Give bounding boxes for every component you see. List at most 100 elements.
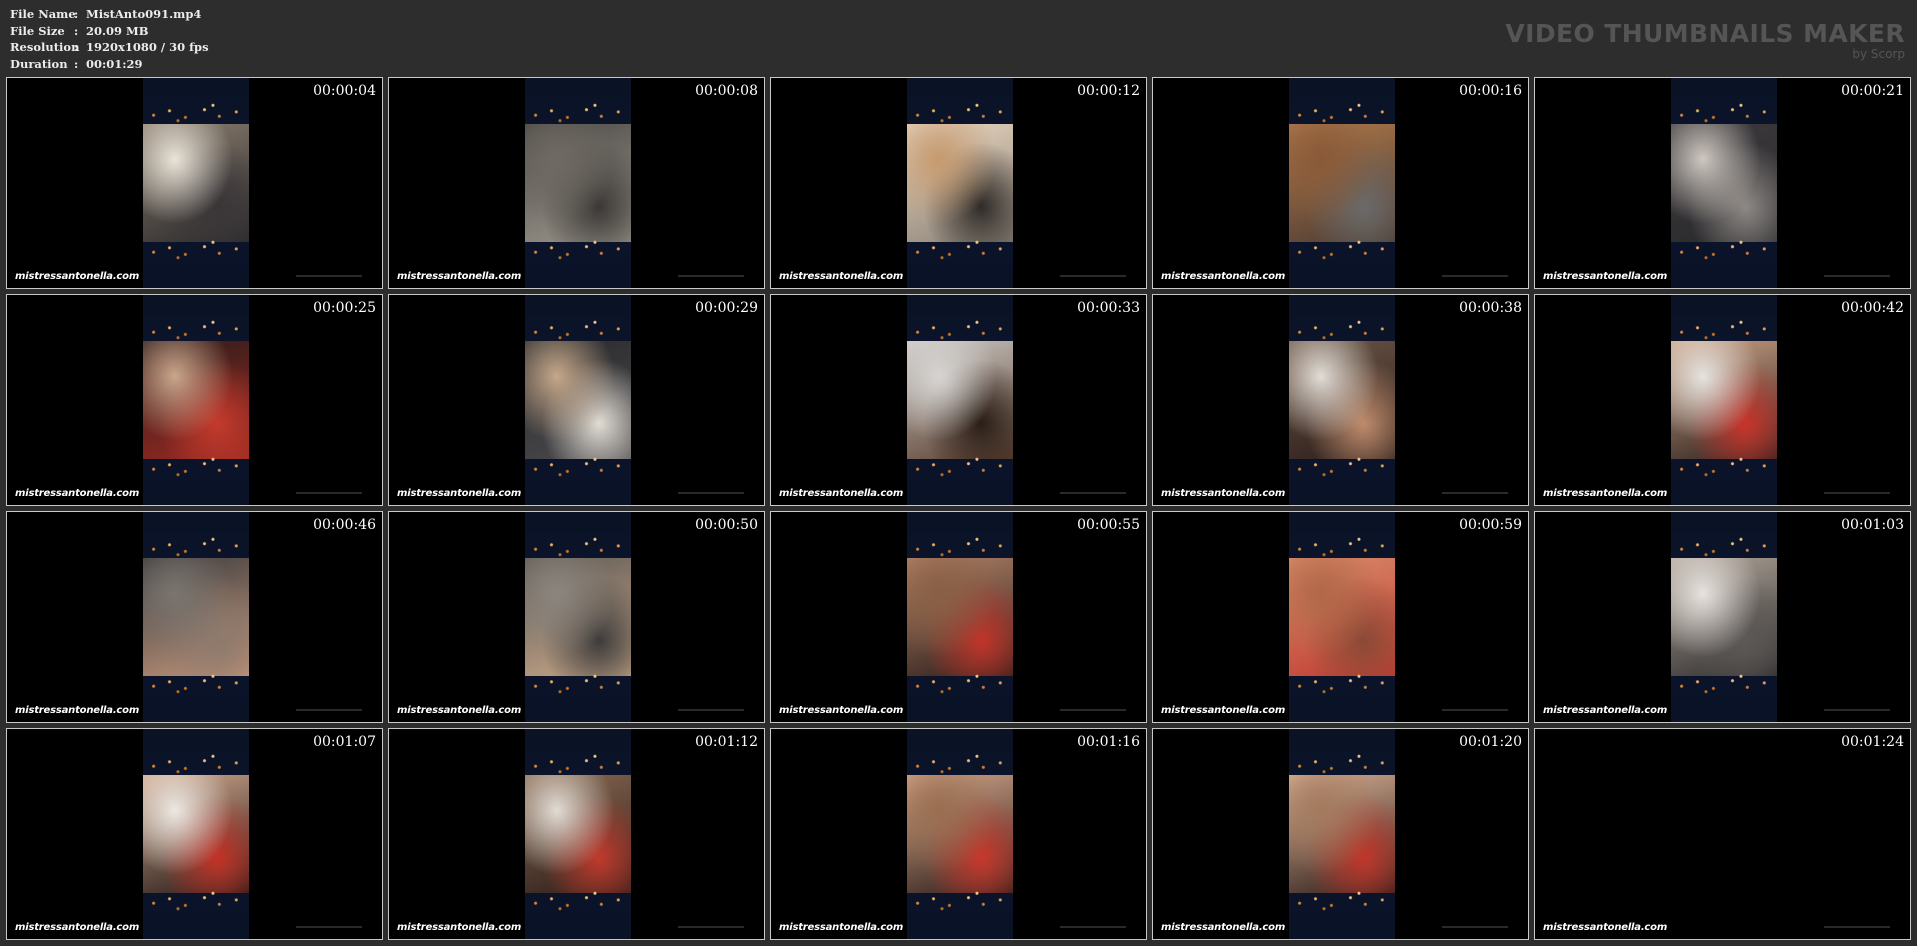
video-thumbnail[interactable]: 00:00:04 mistressantonella.com xyxy=(6,77,383,289)
video-frame xyxy=(1289,341,1395,459)
thumbnail-timestamp: 00:00:50 xyxy=(695,517,758,533)
video-frame xyxy=(907,775,1013,893)
video-frame xyxy=(1289,124,1395,242)
file-info-separator: : xyxy=(74,7,79,21)
video-thumbnail[interactable]: 00:00:42 mistressantonella.com xyxy=(1534,294,1911,506)
sparkle-decoration xyxy=(907,239,1013,261)
thumbnail-timestamp: 00:00:21 xyxy=(1841,83,1904,99)
brand-logo: VIDEO THUMBNAILS MAKER by Scorp xyxy=(1505,19,1905,61)
sparkle-decoration xyxy=(525,319,631,341)
sparkle-decoration xyxy=(907,319,1013,341)
video-frame xyxy=(907,341,1013,459)
file-info-separator: : xyxy=(74,56,79,71)
thumbnail-timestamp: 00:00:08 xyxy=(695,83,758,99)
video-thumbnail[interactable]: 00:00:38 mistressantonella.com xyxy=(1152,294,1529,506)
brand-subtitle: by Scorp xyxy=(1852,47,1905,61)
site-watermark: mistressantonella.com xyxy=(1543,488,1668,499)
sparkle-decoration xyxy=(1289,673,1395,695)
faint-watermark-mark xyxy=(1442,492,1508,494)
video-frame xyxy=(1671,558,1777,676)
site-watermark: mistressantonella.com xyxy=(1543,705,1668,716)
sparkle-decoration xyxy=(525,102,631,124)
thumbnail-timestamp: 00:00:25 xyxy=(313,300,376,316)
file-info-value: 00:01:29 xyxy=(86,56,143,71)
thumbnail-timestamp: 00:00:29 xyxy=(695,300,758,316)
video-frame xyxy=(143,558,249,676)
thumbnail-timestamp: 00:00:59 xyxy=(1459,517,1522,533)
video-thumbnail[interactable]: 00:00:55 mistressantonella.com xyxy=(770,511,1147,723)
video-thumbnail[interactable]: 00:00:12 mistressantonella.com xyxy=(770,77,1147,289)
file-info-label: File Name xyxy=(10,7,76,21)
video-thumbnail[interactable]: 00:00:46 mistressantonella.com xyxy=(6,511,383,723)
video-thumbnail[interactable]: 00:00:29 mistressantonella.com xyxy=(388,294,765,506)
sparkle-decoration xyxy=(143,890,249,912)
video-thumbnail[interactable]: 00:00:33 mistressantonella.com xyxy=(770,294,1147,506)
brand-title: VIDEO THUMBNAILS MAKER xyxy=(1505,19,1905,48)
file-info-row: Duration:00:01:29 xyxy=(10,56,209,73)
sparkle-decoration xyxy=(1671,239,1777,261)
sparkle-decoration xyxy=(525,753,631,775)
video-thumbnail[interactable]: 00:00:08 mistressantonella.com xyxy=(388,77,765,289)
thumbnail-timestamp: 00:01:12 xyxy=(695,734,758,750)
faint-watermark-mark xyxy=(1060,926,1126,928)
faint-watermark-mark xyxy=(296,926,362,928)
sparkle-decoration xyxy=(1671,319,1777,341)
sparkle-decoration xyxy=(143,753,249,775)
faint-watermark-mark xyxy=(1060,709,1126,711)
thumbnail-grid: 00:00:04 mistressantonella.com 00:00:08 mis… xyxy=(6,77,1911,940)
site-watermark: mistressantonella.com xyxy=(779,271,904,282)
video-thumbnail[interactable]: 00:00:25 mistressantonella.com xyxy=(6,294,383,506)
site-watermark: mistressantonella.com xyxy=(1543,271,1668,282)
thumbnail-timestamp: 00:00:12 xyxy=(1077,83,1140,99)
video-thumbnail[interactable]: 00:00:21 mistressantonella.com xyxy=(1534,77,1911,289)
video-frame xyxy=(907,558,1013,676)
sparkle-decoration xyxy=(907,673,1013,695)
faint-watermark-mark xyxy=(1824,709,1890,711)
thumbnail-timestamp: 00:00:38 xyxy=(1459,300,1522,316)
sparkle-decoration xyxy=(1289,239,1395,261)
video-frame xyxy=(907,124,1013,242)
site-watermark: mistressantonella.com xyxy=(779,922,904,933)
thumbnail-timestamp: 00:00:46 xyxy=(313,517,376,533)
thumbnail-timestamp: 00:01:07 xyxy=(313,734,376,750)
video-thumbnail[interactable]: 00:01:20 mistressantonella.com xyxy=(1152,728,1529,940)
site-watermark: mistressantonella.com xyxy=(15,705,140,716)
site-watermark: mistressantonella.com xyxy=(397,705,522,716)
sparkle-decoration xyxy=(525,456,631,478)
video-thumbnail[interactable]: 00:00:50 mistressantonella.com xyxy=(388,511,765,723)
video-thumbnail[interactable]: 00:01:07 mistressantonella.com xyxy=(6,728,383,940)
faint-watermark-mark xyxy=(1824,492,1890,494)
thumbnail-timestamp: 00:00:16 xyxy=(1459,83,1522,99)
video-thumbnail[interactable]: 00:01:16 mistressantonella.com xyxy=(770,728,1147,940)
video-thumbnail[interactable]: 00:00:16 mistressantonella.com xyxy=(1152,77,1529,289)
video-frame xyxy=(1671,341,1777,459)
sparkle-decoration xyxy=(907,890,1013,912)
sparkle-decoration xyxy=(1289,456,1395,478)
sparkle-decoration xyxy=(1671,102,1777,124)
thumbnail-timestamp: 00:00:55 xyxy=(1077,517,1140,533)
site-watermark: mistressantonella.com xyxy=(1161,705,1286,716)
thumbnail-timestamp: 00:01:16 xyxy=(1077,734,1140,750)
video-frame xyxy=(143,341,249,459)
video-thumbnail[interactable]: 00:01:24 mistressantonella.com xyxy=(1534,728,1911,940)
video-thumbnail[interactable]: 00:00:59 mistressantonella.com xyxy=(1152,511,1529,723)
faint-watermark-mark xyxy=(1442,926,1508,928)
video-thumbnail[interactable]: 00:01:12 mistressantonella.com xyxy=(388,728,765,940)
file-info-value: 1920x1080 / 30 fps xyxy=(86,40,209,54)
faint-watermark-mark xyxy=(1442,709,1508,711)
sparkle-decoration xyxy=(1289,102,1395,124)
sparkle-decoration xyxy=(143,536,249,558)
sparkle-decoration xyxy=(1671,456,1777,478)
faint-watermark-mark xyxy=(678,926,744,928)
sparkle-decoration xyxy=(143,673,249,695)
thumbnail-timestamp: 00:00:42 xyxy=(1841,300,1904,316)
faint-watermark-mark xyxy=(1824,926,1890,928)
site-watermark: mistressantonella.com xyxy=(779,705,904,716)
sparkle-decoration xyxy=(1289,319,1395,341)
faint-watermark-mark xyxy=(1060,492,1126,494)
sparkle-decoration xyxy=(907,753,1013,775)
video-thumbnail[interactable]: 00:01:03 mistressantonella.com xyxy=(1534,511,1911,723)
site-watermark: mistressantonella.com xyxy=(1161,271,1286,282)
file-info-row: File Size:20.09 MB xyxy=(10,23,209,40)
faint-watermark-mark xyxy=(678,709,744,711)
